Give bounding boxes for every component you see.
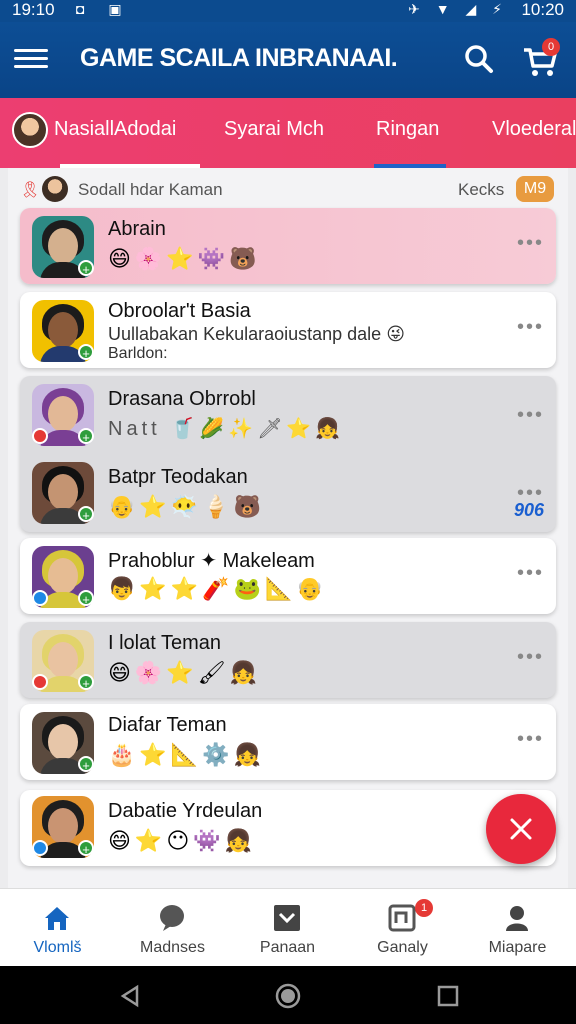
contact-name: Obroolar't Basia	[108, 300, 251, 322]
nav-label: Miapare	[488, 939, 547, 956]
search-icon[interactable]	[462, 42, 496, 76]
bottom-navigation: Vlomlš Madnses Panaan 1 Ganaly Miapare	[0, 888, 576, 966]
online-plus-icon: +	[78, 260, 94, 277]
close-icon	[510, 818, 532, 840]
sticker-row: 👦⭐⭐🧨🐸📐👴	[108, 576, 328, 601]
cart-badge: 0	[542, 38, 560, 56]
nav-miapare[interactable]: Miapare	[460, 889, 575, 967]
online-plus-icon: +	[78, 674, 94, 691]
ribbon-icon: 🎗	[20, 182, 41, 199]
nav-label: Madnses	[140, 939, 205, 956]
tab-nasiall[interactable]: NasiallAdodai	[54, 118, 176, 141]
sticker-row: 😄⭐😶👾👧	[108, 828, 257, 853]
subheader-right-label[interactable]: Kecks	[458, 180, 504, 200]
more-options-icon[interactable]: •••	[517, 728, 544, 751]
sticker-row: Natt 🥤🌽✨🗡⭐👧	[108, 418, 345, 440]
status-dot-icon	[32, 590, 48, 606]
list-item[interactable]: + Obroolar't Basia Uullabakan Kekularaoi…	[20, 292, 556, 368]
message-preview: Uullabakan Kekularaoiustanp dale 😜	[108, 324, 405, 344]
status-time-right: 10:20	[521, 0, 564, 19]
list-item[interactable]: + Dabatie Yrdeulan 😄⭐😶👾👧	[20, 790, 556, 866]
list-item[interactable]: + Abrain 😄🌸⭐👾🐻 •••	[20, 208, 556, 284]
hamburger-menu-icon[interactable]	[14, 44, 48, 74]
online-plus-icon: +	[78, 428, 94, 445]
status-time-left: 19:10	[12, 0, 55, 19]
nav-label: Panaan	[259, 939, 316, 956]
tab-bar: NasiallAdodai Syarai Mch Ringan Vloedera…	[0, 98, 576, 168]
status-bar: 19:10 ◘ ▣ ✈ ▼ ◢ ⚡ 10:20	[0, 0, 576, 22]
sticker-row: 😄🌸⭐🖌👧	[108, 660, 262, 685]
app-bar: GAME SCAILA INBRANAAI. 0	[0, 22, 576, 98]
list-subheader: 🎗 Sodall hdar Kaman Kecks M9	[20, 176, 560, 204]
online-plus-icon: +	[78, 506, 94, 523]
list-item[interactable]: + Diafar Teman 🎂⭐📐⚙️👧 •••	[20, 704, 556, 780]
contact-name: Diafar Teman	[108, 714, 227, 736]
app-title: GAME SCAILA INBRANAAI.	[80, 44, 398, 72]
subheader-badge: M9	[516, 176, 554, 202]
cart-icon[interactable]: 0	[520, 38, 560, 80]
status-dot-icon	[32, 674, 48, 690]
chat-bubble-icon	[160, 905, 184, 931]
contact-name: Abrain	[108, 218, 166, 240]
subheader-avatar	[42, 176, 68, 202]
online-plus-icon: +	[78, 756, 94, 773]
back-icon[interactable]	[118, 984, 142, 1008]
more-options-icon[interactable]: •••	[517, 404, 544, 427]
home-icon	[45, 907, 69, 930]
character-icon	[506, 906, 528, 931]
nav-label: Ganaly	[377, 939, 428, 956]
more-options-icon[interactable]: •••	[517, 562, 544, 585]
contact-name: Prahoblur ✦ Makeleam	[108, 550, 315, 572]
nav-panaan[interactable]: Panaan	[230, 889, 345, 967]
status-dot-icon	[32, 840, 48, 856]
contact-name[interactable]: Drasana Obrrobl	[108, 388, 256, 411]
sticker-row: 😄🌸⭐👾🐻	[108, 246, 261, 271]
system-navigation-bar	[0, 966, 576, 1024]
sticker-row: 👴⭐😶‍🌫️🍦🐻	[108, 494, 265, 519]
sticker-row: 🎂⭐📐⚙️👧	[108, 742, 265, 767]
nav-messages[interactable]: Madnses	[115, 889, 230, 967]
message-preview-second-line: Barldon:	[108, 345, 168, 362]
more-options-icon[interactable]: •••	[517, 646, 544, 669]
list-group: + Drasana Obrrobl Natt 🥤🌽✨🗡⭐👧 ••• + Batp…	[20, 376, 556, 532]
online-plus-icon: +	[78, 590, 94, 607]
list-item[interactable]: + Prahoblur ✦ Makeleam 👦⭐⭐🧨🐸📐👴 •••	[20, 538, 556, 614]
tab-vloederal[interactable]: Vloederal	[492, 118, 576, 141]
home-circle-icon[interactable]	[274, 982, 302, 1010]
tab-syarai[interactable]: Syarai Mch	[224, 118, 324, 141]
chevron-down-box-icon	[274, 905, 300, 931]
status-notification-icons: ◘ ▣	[76, 1, 132, 17]
list-item[interactable]: + I lolat Teman 😄🌸⭐🖌👧 •••	[20, 622, 556, 698]
nav-label: Vlomlš	[33, 939, 82, 956]
contact-name[interactable]: Batpr Teodakan	[108, 466, 248, 489]
contact-name: Dabatie Yrdeulan	[108, 800, 263, 822]
contact-name: I lolat Teman	[108, 632, 222, 654]
more-options-icon[interactable]: •••	[517, 232, 544, 255]
subheader-text: Sodall hdar Kaman	[78, 180, 223, 199]
more-options-icon[interactable]: •••	[517, 316, 544, 339]
profile-avatar[interactable]	[12, 112, 48, 148]
online-plus-icon: +	[78, 840, 94, 857]
online-plus-icon: +	[78, 344, 94, 361]
close-fab-button[interactable]	[486, 794, 556, 864]
gamepad-icon	[388, 904, 416, 932]
nav-home[interactable]: Vlomlš	[0, 889, 115, 967]
signal-wifi-battery-icons: ✈ ▼ ◢ ⚡	[408, 1, 508, 17]
recents-icon[interactable]	[436, 984, 460, 1008]
nav-ganaly[interactable]: 1 Ganaly	[345, 889, 460, 967]
nav-notification-badge: 1	[415, 899, 433, 917]
tab-ringan[interactable]: Ringan	[376, 118, 439, 141]
status-dot-icon	[32, 428, 48, 444]
count-label: 906	[513, 500, 544, 520]
